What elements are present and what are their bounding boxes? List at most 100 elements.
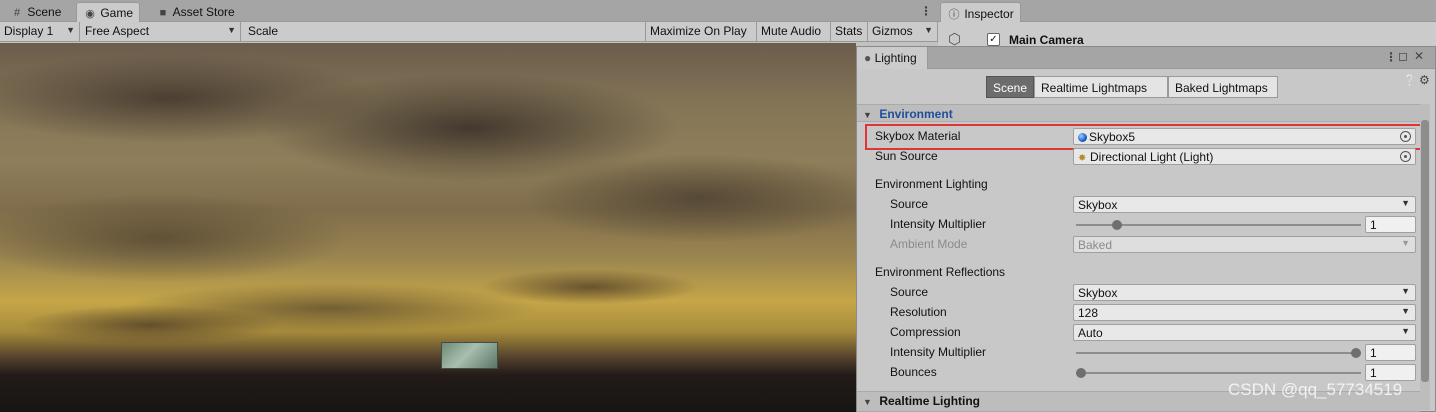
info-icon: ⓘ bbox=[948, 9, 960, 21]
chevron-down-icon: ▼ bbox=[1401, 198, 1410, 208]
stats-toggle[interactable]: Stats bbox=[831, 22, 868, 41]
lighting-tab-bar: ● Lighting ⋮ ◻ ✕ bbox=[857, 47, 1435, 69]
maximize-on-play-toggle[interactable]: Maximize On Play bbox=[645, 22, 757, 41]
resolution-value: 128 bbox=[1078, 306, 1099, 320]
object-picker-icon[interactable] bbox=[1400, 151, 1411, 162]
reflection-intensity-value-input[interactable]: 1 bbox=[1365, 344, 1416, 361]
close-icon[interactable]: ✕ bbox=[1414, 49, 1424, 63]
mode-tab-scene-label: Scene bbox=[993, 81, 1028, 95]
chevron-down-icon: ▼ bbox=[227, 25, 236, 35]
settings-gear-icon[interactable]: ⚙ bbox=[1419, 73, 1430, 87]
reflection-source-value: Skybox bbox=[1078, 286, 1118, 300]
scene-object-thumbnail bbox=[441, 342, 498, 369]
scale-control: Scale bbox=[244, 22, 644, 41]
tab-game-label: Game bbox=[100, 6, 134, 20]
inspector-tab-strip: ⓘ Inspector bbox=[938, 0, 1436, 22]
lighting-scrollbar-thumb[interactable] bbox=[1421, 120, 1429, 382]
tab-inspector[interactable]: ⓘ Inspector bbox=[940, 2, 1021, 22]
mute-audio-toggle[interactable]: Mute Audio bbox=[757, 22, 831, 41]
watermark: CSDN @qq_57734519 bbox=[1228, 380, 1403, 399]
help-icon[interactable]: ❔ bbox=[1403, 74, 1417, 87]
sun-source-field[interactable]: ✸ Directional Light (Light) bbox=[1073, 148, 1416, 165]
chevron-down-icon: ▼ bbox=[1401, 286, 1410, 296]
tab-scene-label: Scene bbox=[27, 5, 62, 19]
gamepad-icon: ◉ bbox=[85, 8, 95, 20]
shopping-bag-icon: ■ bbox=[159, 7, 167, 19]
environment-header-label: Environment bbox=[879, 107, 953, 121]
display-dropdown[interactable]: Display 1 ▼ bbox=[0, 22, 80, 41]
cloud bbox=[520, 153, 856, 243]
tab-menu-icon[interactable]: ⋮ bbox=[920, 4, 932, 18]
stats-label: Stats bbox=[835, 24, 863, 38]
env-reflections-label: Environment Reflections bbox=[875, 265, 1006, 279]
chevron-down-icon: ▼ bbox=[924, 25, 933, 35]
scale-label: Scale bbox=[248, 24, 279, 38]
skybox-highlight-box bbox=[865, 124, 1428, 150]
foldout-open-icon: ▼ bbox=[863, 110, 872, 120]
aspect-dropdown[interactable]: Free Aspect ▼ bbox=[81, 22, 241, 41]
tab-asset-store-label: Asset Store bbox=[172, 5, 235, 19]
aspect-dropdown-label: Free Aspect bbox=[85, 24, 150, 38]
object-name: Main Camera bbox=[1009, 33, 1084, 47]
gizmos-label: Gizmos bbox=[872, 24, 913, 38]
reflection-source-label: Source bbox=[890, 285, 929, 299]
tab-asset-store[interactable]: ■ Asset Store bbox=[150, 2, 241, 22]
compression-value: Auto bbox=[1078, 326, 1103, 340]
lighting-source-value: Skybox bbox=[1078, 198, 1118, 212]
chevron-down-icon: ▼ bbox=[1401, 238, 1410, 248]
compression-label: Compression bbox=[890, 325, 961, 339]
compression-dropdown[interactable]: Auto ▼ bbox=[1073, 324, 1416, 341]
lightbulb-icon: ● bbox=[864, 51, 872, 65]
maximize-icon[interactable]: ◻ bbox=[1398, 49, 1408, 63]
intensity-value-input[interactable]: 1 bbox=[1365, 216, 1416, 233]
window-menu-icon[interactable]: ⋮ bbox=[1385, 50, 1397, 64]
editor-tab-strip: # Scene ◉ Game ■ Asset Store ⋮ bbox=[0, 0, 938, 22]
environment-section-header[interactable]: ▼ Environment bbox=[857, 104, 1420, 122]
chevron-down-icon: ▼ bbox=[1401, 306, 1410, 316]
sun-source-label: Sun Source bbox=[875, 149, 938, 163]
reflection-source-dropdown[interactable]: Skybox ▼ bbox=[1073, 284, 1416, 301]
reflection-intensity-slider-knob[interactable] bbox=[1351, 348, 1361, 358]
bounces-slider-knob[interactable] bbox=[1076, 368, 1086, 378]
resolution-dropdown[interactable]: 128 ▼ bbox=[1073, 304, 1416, 321]
cloud bbox=[20, 305, 280, 345]
grid-icon: # bbox=[13, 7, 21, 19]
bounces-slider-track[interactable] bbox=[1076, 372, 1361, 374]
cloud bbox=[480, 269, 700, 305]
maximize-on-play-label: Maximize On Play bbox=[650, 24, 747, 38]
bounces-value-input[interactable]: 1 bbox=[1365, 364, 1416, 381]
chevron-down-icon: ▼ bbox=[66, 25, 75, 35]
tab-lighting[interactable]: ● Lighting bbox=[857, 47, 928, 69]
reflection-intensity-slider-track[interactable] bbox=[1076, 352, 1361, 354]
reflection-intensity-label: Intensity Multiplier bbox=[890, 345, 987, 359]
tab-inspector-label: Inspector bbox=[964, 7, 1014, 21]
light-icon: ✸ bbox=[1078, 153, 1087, 164]
ambient-mode-label: Ambient Mode bbox=[890, 237, 968, 251]
foldout-open-icon: ▼ bbox=[863, 397, 872, 407]
mode-tab-baked-label: Baked Lightmaps bbox=[1175, 81, 1268, 95]
lighting-source-label: Source bbox=[890, 197, 929, 211]
sun-source-value: Directional Light (Light) bbox=[1090, 150, 1214, 164]
intensity-slider-knob[interactable] bbox=[1111, 220, 1122, 230]
mode-tab-realtime-lightmaps[interactable]: Realtime Lightmaps bbox=[1034, 76, 1168, 98]
tab-game[interactable]: ◉ Game bbox=[76, 2, 141, 22]
realtime-lighting-header-label: Realtime Lighting bbox=[879, 394, 981, 408]
ambient-mode-dropdown: Baked ▼ bbox=[1073, 236, 1416, 253]
ambient-mode-value: Baked bbox=[1078, 238, 1113, 252]
mode-tab-realtime-label: Realtime Lightmaps bbox=[1041, 81, 1148, 95]
bounces-label: Bounces bbox=[890, 365, 937, 379]
env-lighting-label: Environment Lighting bbox=[875, 177, 988, 191]
display-dropdown-label: Display 1 bbox=[4, 24, 54, 38]
tab-scene[interactable]: # Scene bbox=[4, 2, 67, 22]
tab-lighting-label: Lighting bbox=[874, 51, 917, 65]
gizmos-dropdown[interactable]: Gizmos ▼ bbox=[868, 22, 938, 41]
game-view[interactable] bbox=[0, 43, 856, 412]
intensity-multiplier-label: Intensity Multiplier bbox=[890, 217, 987, 231]
cloud bbox=[0, 193, 350, 283]
lighting-source-dropdown[interactable]: Skybox ▼ bbox=[1073, 196, 1416, 213]
object-active-checkbox[interactable]: ✓ bbox=[987, 33, 1000, 46]
mode-tab-scene[interactable]: Scene bbox=[986, 76, 1034, 98]
mode-tab-baked-lightmaps[interactable]: Baked Lightmaps bbox=[1168, 76, 1278, 98]
resolution-label: Resolution bbox=[890, 305, 947, 319]
mute-audio-label: Mute Audio bbox=[761, 24, 822, 38]
